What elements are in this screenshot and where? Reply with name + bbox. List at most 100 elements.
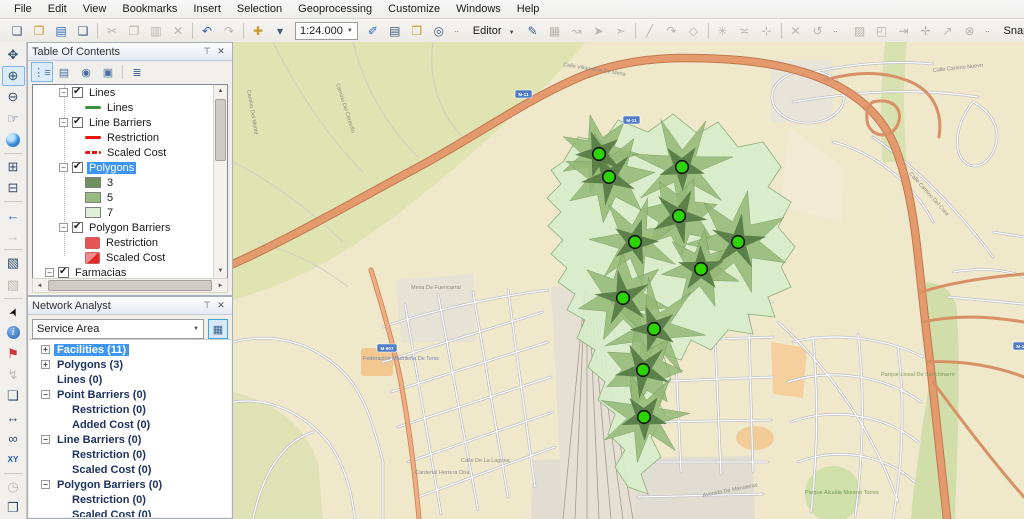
- list-by-drawing-order-icon[interactable]: ⋮≡: [31, 62, 53, 82]
- menu-insert[interactable]: Insert: [185, 1, 229, 17]
- table-of-contents-window-button[interactable]: ▤: [384, 20, 406, 41]
- toc-symbol-class7[interactable]: 7: [33, 205, 227, 220]
- layer-label[interactable]: Lines: [87, 87, 117, 99]
- menu-customize[interactable]: Customize: [380, 1, 448, 17]
- na-item-label[interactable]: Restriction (0): [69, 449, 149, 461]
- misc-overflow-icon[interactable]: ‥: [981, 20, 995, 41]
- html-popup-tool[interactable]: ❑: [2, 386, 25, 406]
- na-tree-row[interactable]: Lines (0): [29, 372, 231, 387]
- measure-tool[interactable]: ↔: [2, 407, 25, 427]
- select-elements-tool[interactable]: ➤: [0, 297, 27, 326]
- editor-toolbar-toggle-icon[interactable]: ✐: [362, 20, 384, 41]
- na-tree-row[interactable]: Scaled Cost (0): [29, 462, 231, 477]
- collapse-icon[interactable]: [59, 88, 68, 97]
- fixed-zoom-out-button[interactable]: ⊟: [2, 178, 25, 198]
- menu-help[interactable]: Help: [509, 1, 548, 17]
- save-button[interactable]: ▤: [50, 20, 72, 41]
- menu-selection[interactable]: Selection: [229, 1, 290, 17]
- collapse-icon[interactable]: [59, 163, 68, 172]
- expand-icon[interactable]: [41, 360, 50, 369]
- scroll-down-icon[interactable]: ▼: [214, 265, 227, 278]
- layer-checkbox[interactable]: [72, 222, 83, 233]
- na-item-label[interactable]: Lines (0): [54, 374, 105, 386]
- editor-menu-button[interactable]: Editor ▼: [470, 25, 522, 37]
- chevron-down-icon[interactable]: ▼: [189, 326, 203, 332]
- collapse-icon[interactable]: [41, 390, 50, 399]
- na-item-label[interactable]: Point Barriers (0): [54, 389, 149, 401]
- menu-view[interactable]: View: [75, 1, 115, 17]
- pan-tool[interactable]: ☞: [2, 109, 25, 129]
- na-tree-row[interactable]: Restriction (0): [29, 492, 231, 507]
- edit-tool[interactable]: ✎: [522, 20, 544, 41]
- menu-bookmarks[interactable]: Bookmarks: [114, 1, 185, 17]
- layer-checkbox[interactable]: [72, 117, 83, 128]
- expand-icon[interactable]: [41, 345, 50, 354]
- menu-geoprocessing[interactable]: Geoprocessing: [290, 1, 380, 17]
- scrollbar-thumb[interactable]: [48, 280, 212, 291]
- toc-symbol-pb-scaled-cost[interactable]: Scaled Cost: [33, 250, 227, 265]
- list-by-selection-icon[interactable]: ▣: [97, 62, 119, 82]
- layer-label[interactable]: Farmacias: [73, 267, 128, 279]
- new-map-button[interactable]: ❏: [6, 20, 28, 41]
- scroll-left-icon[interactable]: ◄: [33, 283, 46, 289]
- toc-tree[interactable]: Lines Lines Line Barriers Restriction Sc…: [32, 84, 228, 279]
- add-data-caret-icon[interactable]: ▾: [269, 20, 291, 41]
- snapping-menu-button[interactable]: Snapping: [1001, 25, 1024, 37]
- scroll-right-icon[interactable]: ►: [214, 283, 227, 289]
- collapse-icon[interactable]: [41, 435, 50, 444]
- menu-edit[interactable]: Edit: [40, 1, 75, 17]
- scroll-up-icon[interactable]: ▲: [214, 85, 227, 98]
- menu-file[interactable]: File: [6, 1, 40, 17]
- na-item-label[interactable]: Restriction (0): [69, 494, 149, 506]
- na-tree-row[interactable]: Polygons (3): [29, 357, 231, 372]
- na-tree-row[interactable]: Facilities (11): [29, 342, 231, 357]
- na-item-label[interactable]: Scaled Cost (0): [69, 464, 154, 476]
- toc-symbol-lines[interactable]: Lines: [33, 100, 227, 115]
- na-item-label[interactable]: Facilities (11): [54, 344, 129, 356]
- toc-symbol-pb-restriction[interactable]: Restriction: [33, 235, 227, 250]
- catalog-window-button[interactable]: ❒: [406, 20, 428, 41]
- list-by-visibility-icon[interactable]: ◉: [75, 62, 97, 82]
- zoom-in-tool[interactable]: ⊕: [2, 66, 25, 86]
- toc-horizontal-scrollbar[interactable]: ◄ ►: [32, 278, 228, 293]
- find-route-tool[interactable]: ⚑: [2, 344, 25, 364]
- layer-label-selected[interactable]: Polygons: [87, 162, 136, 174]
- layer-label[interactable]: Polygon Barriers: [87, 222, 172, 234]
- menu-windows[interactable]: Windows: [448, 1, 509, 17]
- pin-icon[interactable]: ⊤: [200, 46, 214, 57]
- chevron-down-icon[interactable]: ▼: [343, 28, 357, 34]
- layer-checkbox[interactable]: [72, 162, 83, 173]
- na-tree-row[interactable]: Restriction (0): [29, 447, 231, 462]
- na-tree-row[interactable]: Polygon Barriers (0): [29, 477, 231, 492]
- na-item-label[interactable]: Polygon Barriers (0): [54, 479, 165, 491]
- toc-vertical-scrollbar[interactable]: ▲ ▼: [213, 85, 227, 278]
- na-item-label[interactable]: Polygons (3): [54, 359, 126, 371]
- zoom-out-tool[interactable]: ⊖: [2, 87, 25, 107]
- toc-layer-lines[interactable]: Lines: [33, 85, 227, 100]
- fixed-zoom-in-button[interactable]: ⊞: [2, 157, 25, 177]
- scrollbar-thumb[interactable]: [215, 99, 226, 161]
- collapse-icon[interactable]: [59, 118, 68, 127]
- add-data-button[interactable]: ✚: [247, 20, 269, 41]
- toc-symbol-class3[interactable]: 3: [33, 175, 227, 190]
- layer-checkbox[interactable]: [72, 87, 83, 98]
- na-tree-row[interactable]: Scaled Cost (0): [29, 507, 231, 517]
- collapse-icon[interactable]: [41, 480, 50, 489]
- na-tree-row[interactable]: Line Barriers (0): [29, 432, 231, 447]
- na-tree[interactable]: Facilities (11) Polygons (3) Lines (0) Poin…: [29, 339, 231, 517]
- open-button[interactable]: ❒: [28, 20, 50, 41]
- toc-layer-polygon-barriers[interactable]: Polygon Barriers: [33, 220, 227, 235]
- toc-options-icon[interactable]: ≣: [126, 62, 148, 82]
- select-features-tool[interactable]: ▧: [2, 253, 25, 273]
- na-item-label[interactable]: Scaled Cost (0): [69, 509, 154, 518]
- toc-symbol-restriction[interactable]: Restriction: [33, 130, 227, 145]
- toc-layer-polygons[interactable]: Polygons: [33, 160, 227, 175]
- undo-button[interactable]: ↶: [196, 20, 218, 41]
- layer-checkbox[interactable]: [58, 267, 69, 278]
- editor-overflow-icon[interactable]: ‥: [829, 20, 843, 41]
- na-tree-row[interactable]: Point Barriers (0): [29, 387, 231, 402]
- na-item-label[interactable]: Line Barriers (0): [54, 434, 144, 446]
- toc-symbol-scaled-cost[interactable]: Scaled Cost: [33, 145, 227, 160]
- na-mode-combobox[interactable]: Service Area ▼: [32, 319, 204, 339]
- toc-layer-farmacias[interactable]: Farmacias: [33, 265, 227, 279]
